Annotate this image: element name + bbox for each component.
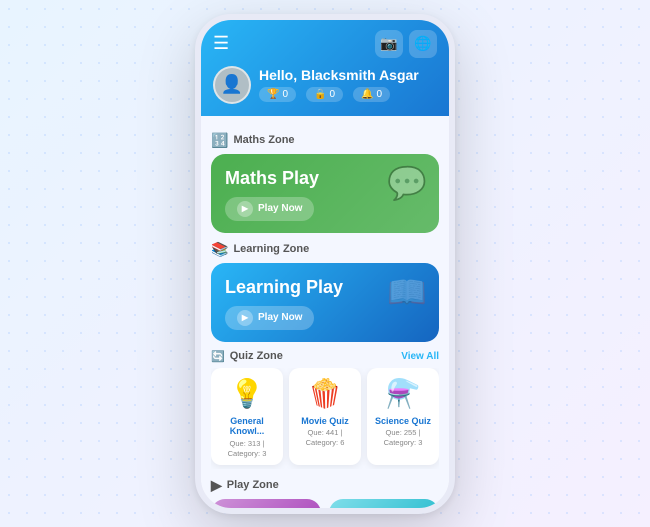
daily-quiz-card[interactable]: 🎯 Daily Quiz ▶ Play Now	[211, 499, 321, 508]
science-quiz-meta: Que: 255 | Category: 3	[373, 428, 433, 448]
stat-badge-lock: 🔒 0	[306, 87, 343, 102]
lock-value: 0	[329, 89, 335, 100]
bell-icon: 🔔	[361, 89, 373, 100]
user-greeting: Hello, Blacksmith Asgar	[259, 67, 419, 83]
play-zone-label: ▶ Play Zone	[211, 477, 439, 494]
daily-quiz-card-icon: 🎯	[288, 507, 313, 508]
header: ☰ 📷 🌐 👤 Hello, Blacksmith Asgar 🏆 0	[201, 20, 449, 116]
play-zone-text: Play Zone	[227, 479, 279, 491]
avatar: 👤	[213, 66, 251, 104]
menu-icon[interactable]: ☰	[213, 33, 229, 54]
phone-frame: ☰ 📷 🌐 👤 Hello, Blacksmith Asgar 🏆 0	[195, 14, 455, 514]
learning-play-button[interactable]: ▶ Play Now	[225, 306, 314, 330]
header-icons: 📷 🌐	[375, 30, 437, 58]
maths-zone-text: Maths Zone	[233, 134, 294, 146]
true-false-card[interactable]: ✅ True/False ▶ Play Now	[329, 499, 439, 508]
learning-play-circle-icon: ▶	[237, 310, 253, 326]
quiz-zone-label: 🔄 Quiz Zone	[211, 350, 283, 363]
stat-badge-trophy: 🏆 0	[259, 87, 296, 102]
quiz-card-movie[interactable]: 🍿 Movie Quiz Que: 441 | Category: 6	[289, 368, 361, 465]
play-zone-icon: ▶	[211, 477, 222, 494]
learning-play-label: Play Now	[258, 312, 302, 323]
view-all-button[interactable]: View All	[401, 351, 439, 362]
learning-zone-icon: 📚	[211, 241, 228, 258]
general-quiz-meta: Que: 313 | Category: 3	[217, 439, 277, 459]
learning-zone-label: 📚 Learning Zone	[211, 241, 439, 258]
bell-value: 0	[376, 89, 382, 100]
science-quiz-icon: ⚗️	[386, 376, 421, 412]
user-info: 👤 Hello, Blacksmith Asgar 🏆 0 🔒 0	[213, 66, 437, 104]
quiz-zone-icon: 🔄	[211, 350, 225, 363]
maths-play-circle-icon: ▶	[237, 201, 253, 217]
maths-play-label: Play Now	[258, 203, 302, 214]
header-top: ☰ 📷 🌐	[213, 30, 437, 58]
lock-icon: 🔒	[314, 89, 326, 100]
translate-icon-button[interactable]: 🌐	[409, 30, 437, 58]
movie-quiz-icon: 🍿	[308, 376, 343, 412]
stats-row: 🏆 0 🔒 0 🔔 0	[259, 87, 419, 102]
quiz-card-general[interactable]: 💡 General Knowl... Que: 313 | Category: …	[211, 368, 283, 465]
page-background: ☰ 📷 🌐 👤 Hello, Blacksmith Asgar 🏆 0	[0, 0, 650, 527]
general-quiz-icon: 💡	[230, 376, 265, 412]
general-quiz-title: General Knowl...	[217, 416, 277, 438]
learning-zone-text: Learning Zone	[233, 243, 309, 255]
maths-zone-label: 🔢 Maths Zone	[211, 132, 439, 149]
movie-quiz-meta: Que: 441 | Category: 6	[295, 428, 355, 448]
science-quiz-title: Science Quiz	[375, 416, 431, 427]
trophy-value: 0	[282, 89, 288, 100]
quiz-card-science[interactable]: ⚗️ Science Quiz Que: 255 | Category: 3	[367, 368, 439, 465]
content: 🔢 Maths Zone Maths Play ▶ Play Now 📚 Lea…	[201, 116, 449, 508]
learning-card-title: Learning Play	[225, 277, 425, 298]
maths-play-card[interactable]: Maths Play ▶ Play Now	[211, 154, 439, 233]
quiz-zone-header-row: 🔄 Quiz Zone View All	[211, 350, 439, 363]
maths-zone-icon: 🔢	[211, 132, 228, 149]
trophy-icon: 🏆	[267, 89, 279, 100]
user-details: Hello, Blacksmith Asgar 🏆 0 🔒 0	[259, 67, 419, 102]
quiz-cards-row: 💡 General Knowl... Que: 313 | Category: …	[211, 368, 439, 469]
play-zone-row: 🎯 Daily Quiz ▶ Play Now ✅ True/False ▶ P…	[211, 499, 439, 508]
camera-icon-button[interactable]: 📷	[375, 30, 403, 58]
learning-play-card[interactable]: Learning Play ▶ Play Now	[211, 263, 439, 342]
stat-badge-bell: 🔔 0	[353, 87, 390, 102]
movie-quiz-title: Movie Quiz	[301, 416, 349, 427]
maths-card-title: Maths Play	[225, 168, 425, 189]
maths-play-button[interactable]: ▶ Play Now	[225, 197, 314, 221]
phone-inner: ☰ 📷 🌐 👤 Hello, Blacksmith Asgar 🏆 0	[201, 20, 449, 508]
quiz-zone-text: Quiz Zone	[230, 350, 283, 362]
